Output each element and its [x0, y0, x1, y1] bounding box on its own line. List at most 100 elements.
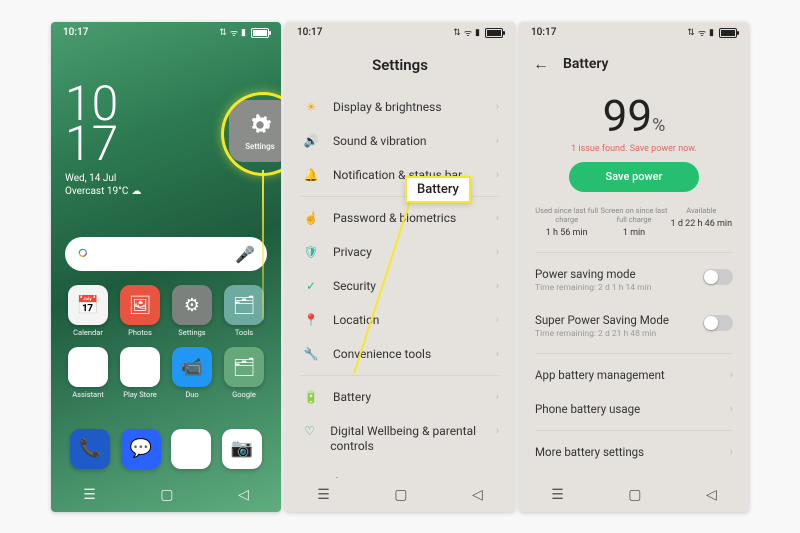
settings-item-digital[interactable]: ♡Digital Wellbeing & parental controls› — [285, 414, 515, 465]
signal-icon: ▮ — [709, 28, 714, 38]
app-play-store[interactable]: ▶Play Store — [117, 347, 163, 399]
battery-item-app[interactable]: App battery management› — [519, 358, 749, 392]
google-search-bar[interactable]: 🎤 — [65, 237, 267, 271]
chevron-right-icon: › — [496, 211, 499, 224]
shield-icon: 🛡 — [301, 245, 321, 259]
dock-app[interactable]: 📷 — [222, 429, 262, 469]
app-photos[interactable]: 🖼 Photos — [117, 285, 163, 337]
battery-item-phone[interactable]: Phone battery usage› — [519, 392, 749, 426]
settings-item-label: Digital Wellbeing & parental controls — [330, 424, 495, 455]
app-label: Photos — [117, 328, 163, 337]
app-icon: 🖼 — [120, 285, 160, 325]
settings-list[interactable]: ☀Display & brightness› 🔊 Sound & vibration… — [285, 90, 515, 478]
settings-item-display[interactable]: ☀Display & brightness› — [285, 90, 515, 124]
settings-item-label: Privacy — [333, 245, 372, 259]
app-assistant[interactable]: ✦Assistant — [65, 347, 111, 399]
nav-bar: ☰ ▢ ◁ — [285, 478, 515, 512]
app-icon: ▶ — [120, 347, 160, 387]
status-bar: 10:17 ⇅ ᯤ ▮ — [519, 22, 749, 44]
settings-item-convenience[interactable]: 🔧Convenience tools› — [285, 337, 515, 371]
battery-percent: 99% — [519, 90, 749, 142]
nav-menu-icon[interactable]: ☰ — [317, 487, 330, 503]
chevron-right-icon: › — [496, 347, 499, 360]
settings-item-notification[interactable]: 🔔Notification & status bar› — [285, 158, 515, 192]
bat-icon: 🔋 — [301, 390, 321, 404]
settings-item-label: Battery — [333, 390, 371, 404]
date-label: Wed, 14 Jul — [65, 173, 267, 184]
back-icon[interactable]: ← — [533, 54, 549, 74]
app-settings[interactable]: ⚙ Settings — [169, 285, 215, 337]
weather-label[interactable]: Overcast 19°C ☁ — [65, 186, 267, 197]
page-title: Settings — [285, 44, 515, 90]
grid-icon: ▦ — [301, 475, 321, 478]
app-label: Calendar — [65, 328, 111, 337]
dock-app[interactable]: 💬 — [121, 429, 161, 469]
dock-app[interactable]: 🛍 — [171, 429, 211, 469]
chevron-right-icon: › — [496, 475, 499, 477]
dock-app[interactable]: 📞 — [70, 429, 110, 469]
wifi-icon: ᯤ — [464, 26, 472, 39]
app-grid: 📅 Calendar 🖼 Photos ⚙ Settings 🗂Tools ✦Assista… — [65, 285, 267, 399]
mic-icon[interactable]: 🎤 — [235, 245, 255, 264]
settings-item-privacy[interactable]: 🛡 Privacy › — [285, 235, 515, 269]
toggle[interactable] — [703, 315, 733, 331]
app-label: Assistant — [65, 390, 111, 399]
status-time: 10:17 — [63, 27, 88, 38]
nav-menu-icon[interactable]: ☰ — [551, 487, 564, 503]
app-label: Google — [221, 390, 267, 399]
dock: 📞 💬🛍 📷 — [51, 429, 281, 478]
app-calendar[interactable]: 📅 Calendar — [65, 285, 111, 337]
app-duo[interactable]: 📹Duo — [169, 347, 215, 399]
app-google[interactable]: 🗂Google — [221, 347, 267, 399]
save-power-button[interactable]: Save power — [569, 162, 699, 192]
power-saving-mode-item[interactable]: Power saving mode Time remaining: 2 d 1 … — [519, 257, 749, 303]
settings-item-label: App management — [333, 475, 428, 478]
battery-icon — [719, 28, 737, 38]
nav-bar: ☰ ▢ ◁ — [51, 478, 281, 512]
nav-home-icon[interactable]: ▢ — [160, 487, 173, 503]
toggle[interactable] — [703, 269, 733, 285]
nav-menu-icon[interactable]: ☰ — [83, 487, 96, 503]
settings-item-battery[interactable]: 🔋Battery› — [285, 380, 515, 414]
app-label: Settings — [169, 328, 215, 337]
settings-item-app[interactable]: ▦ App management › — [285, 465, 515, 478]
nav-back-icon[interactable]: ◁ — [472, 487, 483, 503]
nav-home-icon[interactable]: ▢ — [394, 487, 407, 503]
nav-home-icon[interactable]: ▢ — [628, 487, 641, 503]
signal-icon: ▮ — [241, 28, 246, 38]
app-icon: 🗂 — [224, 285, 264, 325]
status-bar: 10:17 ⇅ ᯤ ▮ — [51, 22, 281, 44]
chevron-right-icon: › — [730, 402, 733, 415]
chevron-right-icon: › — [730, 368, 733, 381]
chevron-right-icon: › — [496, 134, 499, 147]
super-power-saving-item[interactable]: Super Power Saving Mode Time remaining: … — [519, 303, 749, 349]
chevron-right-icon: › — [496, 168, 499, 181]
settings-item-security[interactable]: ✓Security› — [285, 269, 515, 303]
wifi-icon: ᯤ — [698, 26, 706, 39]
stat-col: Used since last full charge1 h 56 min — [533, 206, 600, 238]
nav-bar: ☰ ▢ ◁ — [519, 478, 749, 512]
lock-icon: ✓ — [301, 279, 321, 293]
settings-item-sound[interactable]: 🔊 Sound & vibration › — [285, 124, 515, 158]
vpn-icon: ⇅ — [687, 28, 695, 38]
heart-icon: ♡ — [301, 424, 318, 438]
highlight-line — [262, 170, 264, 320]
app-icon: 📅 — [68, 285, 108, 325]
settings-item-label: Sound & vibration — [333, 134, 427, 148]
stat-col: Screen on since last full charge1 min — [600, 206, 667, 238]
status-icons: ⇅ ᯤ ▮ — [687, 26, 737, 39]
wrench-icon: 🔧 — [301, 347, 321, 361]
status-time: 10:17 — [531, 27, 556, 38]
chevron-right-icon: › — [496, 245, 499, 258]
nav-back-icon[interactable]: ◁ — [238, 487, 249, 503]
app-tools[interactable]: 🗂Tools — [221, 285, 267, 337]
vol-icon: 🔊 — [301, 134, 321, 148]
settings-item-location[interactable]: 📍Location› — [285, 303, 515, 337]
more-battery-settings-item[interactable]: More battery settings › — [519, 435, 749, 469]
battery-stats: Used since last full charge1 h 56 minScr… — [519, 206, 749, 248]
nav-back-icon[interactable]: ◁ — [706, 487, 717, 503]
app-icon: ⚙ — [172, 285, 212, 325]
status-icons: ⇅ ᯤ ▮ — [219, 26, 269, 39]
chevron-right-icon: › — [730, 445, 733, 458]
battery-icon — [485, 28, 503, 38]
